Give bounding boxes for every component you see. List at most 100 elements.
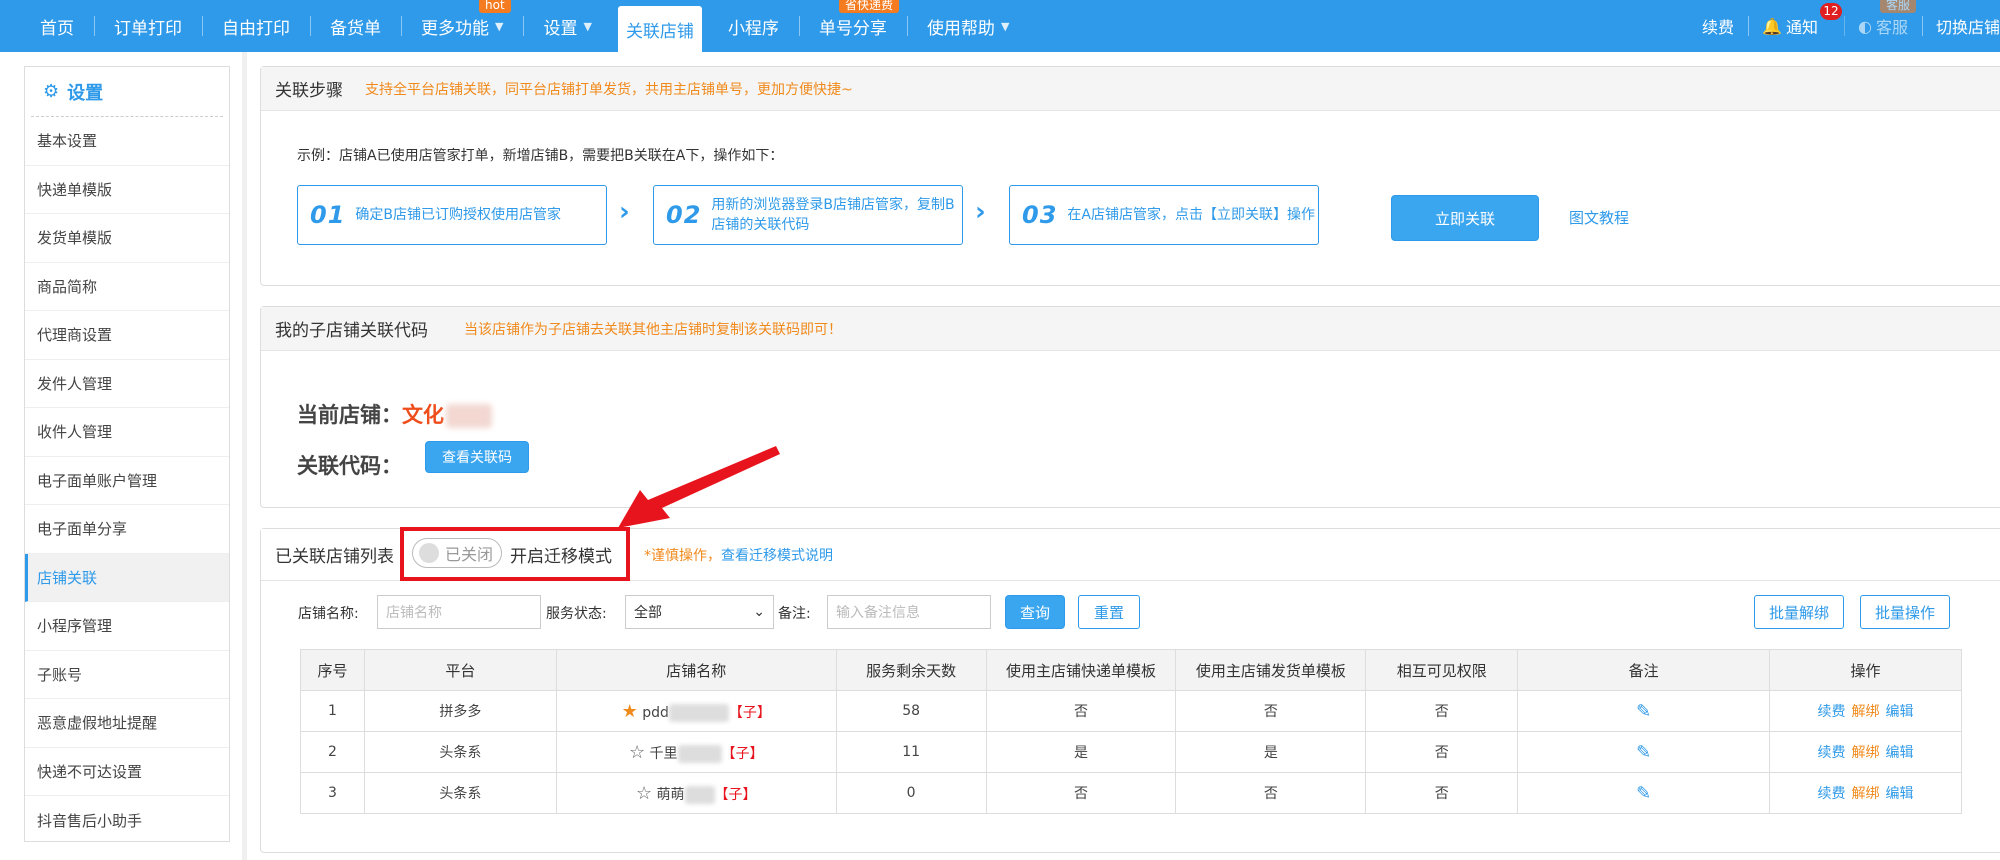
nav-stock-list[interactable]: 备货单 <box>310 0 401 52</box>
sidebar-item-eorder-account[interactable]: 电子面单账户管理 <box>25 457 229 505</box>
edit-note-icon[interactable]: ✎ <box>1636 783 1651 804</box>
batch-unbind-button[interactable]: 批量解绑 <box>1754 595 1844 629</box>
table-row: 1 拼多多 ★ pdd 【子】 58 否 否 否 ✎ 续费 解绑 编辑 <box>300 690 1962 732</box>
service-tag: 客服 <box>1880 0 1917 13</box>
sidebar-item-recipient[interactable]: 收件人管理 <box>25 408 229 457</box>
sidebar-item-fake-address[interactable]: 恶意虚假地址提醒 <box>25 699 229 748</box>
panel-title: 关联步骤 <box>275 81 343 101</box>
nav-more-features[interactable]: 更多功能 ▼ hot <box>401 0 523 52</box>
nav-home[interactable]: 首页 <box>0 0 94 52</box>
nav-renew[interactable]: 续费 <box>1688 0 1748 52</box>
service-status-select[interactable]: 全部 ⌄ <box>625 595 774 629</box>
sidebar-item-basic[interactable]: 基本设置 <box>25 117 229 166</box>
renew-link[interactable]: 续费 <box>1818 745 1846 761</box>
gear-icon: ⚙ <box>43 81 60 102</box>
nav-help[interactable]: 使用帮助 ▼ <box>906 0 1029 52</box>
cell-express-tpl: 否 <box>985 772 1177 814</box>
shop-name-label: 店铺名称: <box>298 606 359 622</box>
cell-shop-name: ☆ 萌萌 【子】 <box>555 772 837 814</box>
redacted-blur <box>677 744 722 763</box>
cell-index: 3 <box>300 772 365 814</box>
cell-actions: 续费 解绑 编辑 <box>1769 731 1962 773</box>
panel-header: 我的子店铺关联代码 当该店铺作为子店铺去关联其他主店铺时复制该关联码即可！ <box>261 307 2000 351</box>
cell-platform: 拼多多 <box>363 690 557 732</box>
col-remark: 备注 <box>1517 649 1771 691</box>
service-status-label: 服务状态: <box>546 606 607 622</box>
cell-visible: 否 <box>1365 772 1519 814</box>
cell-remark: ✎ <box>1517 772 1771 814</box>
bell-icon: 🔔 <box>1762 16 1782 36</box>
nav-free-print[interactable]: 自由打印 <box>202 0 310 52</box>
sidebar-item-subaccount[interactable]: 子账号 <box>25 651 229 699</box>
sidebar-title: ⚙ 设置 <box>31 67 223 117</box>
step-3: 03 在A店铺店管家，点击【立即关联】操作 <box>1009 185 1319 245</box>
renew-link[interactable]: 续费 <box>1818 786 1846 802</box>
highlight-box <box>400 527 630 581</box>
edit-note-icon[interactable]: ✎ <box>1636 742 1651 763</box>
nav-notify[interactable]: 🔔 通知 12 <box>1748 0 1844 52</box>
reset-button[interactable]: 重置 <box>1078 595 1140 629</box>
sidebar-item-agent[interactable]: 代理商设置 <box>25 311 229 360</box>
edit-link[interactable]: 编辑 <box>1886 786 1914 802</box>
cell-days: 58 <box>835 690 987 732</box>
col-days-left: 服务剩余天数 <box>835 649 987 691</box>
sidebar-item-shipping-template[interactable]: 发货单模版 <box>25 214 229 263</box>
col-visibility: 相互可见权限 <box>1365 649 1519 691</box>
panel-header: 关联步骤 支持全平台店铺关联，同平台店铺打单发货，共用主店铺单号，更加方便快捷~ <box>261 67 2000 111</box>
nav-mini-program[interactable]: 小程序 <box>708 0 799 52</box>
nav-tracking-share[interactable]: 单号分享 省快递费 <box>798 0 907 52</box>
renew-link[interactable]: 续费 <box>1818 704 1846 720</box>
query-button[interactable]: 查询 <box>1005 595 1065 629</box>
cell-index: 2 <box>300 731 365 773</box>
current-shop-label: 当前店铺： <box>297 403 402 427</box>
sidebar-item-shop-link[interactable]: 店铺关联 <box>25 553 229 602</box>
nav-service[interactable]: ◐ 客服 客服 <box>1844 0 1922 52</box>
col-index: 序号 <box>300 649 365 691</box>
unbind-link[interactable]: 解绑 <box>1852 786 1880 802</box>
cell-visible: 否 <box>1365 690 1519 732</box>
notify-count-badge: 12 <box>1820 3 1842 20</box>
migrate-help-link[interactable]: 查看迁移模式说明 <box>721 545 833 565</box>
nav-settings[interactable]: 设置 ▼ <box>523 0 611 52</box>
chevron-down-icon: ▼ <box>583 19 592 33</box>
unbind-link[interactable]: 解绑 <box>1852 704 1880 720</box>
star-outline-icon[interactable]: ☆ <box>636 783 652 804</box>
shop-name-input[interactable]: 店铺名称 <box>377 595 541 629</box>
remark-input[interactable]: 输入备注信息 <box>827 595 991 629</box>
edit-link[interactable]: 编辑 <box>1886 704 1914 720</box>
redacted-blur <box>668 703 729 722</box>
unbind-link[interactable]: 解绑 <box>1852 745 1880 761</box>
view-code-button[interactable]: 查看关联码 <box>425 441 529 473</box>
settings-sidebar: ⚙ 设置 基本设置 快递单模版 发货单模版 商品简称 代理商设置 发件人管理 收件… <box>24 66 230 842</box>
edit-note-icon[interactable]: ✎ <box>1636 701 1651 722</box>
link-steps-panel: 关联步骤 支持全平台店铺关联，同平台店铺打单发货，共用主店铺单号，更加方便快捷~… <box>260 66 2000 286</box>
link-code-row: 关联代码： <box>297 450 402 480</box>
remark-label: 备注: <box>778 606 811 622</box>
star-filled-icon[interactable]: ★ <box>622 701 638 722</box>
sidebar-item-miniprogram[interactable]: 小程序管理 <box>25 602 229 651</box>
sidebar-item-douyin-aftersale[interactable]: 抖音售后小助手 <box>25 796 229 845</box>
sidebar-item-express-template[interactable]: 快递单模版 <box>25 166 229 214</box>
child-tag: 【子】 <box>721 745 764 762</box>
nav-order-print[interactable]: 订单打印 <box>94 0 202 52</box>
batch-ops-button[interactable]: 批量操作 <box>1860 595 1950 629</box>
col-express-template: 使用主店铺快递单模板 <box>985 649 1177 691</box>
chevron-down-icon: ▼ <box>1000 19 1010 33</box>
nav-link-shop[interactable]: 关联店铺 <box>617 6 702 52</box>
sidebar-item-eorder-share[interactable]: 电子面单分享 <box>25 505 229 554</box>
cell-visible: 否 <box>1365 731 1519 773</box>
sidebar-item-unreachable[interactable]: 快递不可达设置 <box>25 748 229 796</box>
scroll-gutter <box>242 52 247 860</box>
cell-remark: ✎ <box>1517 731 1771 773</box>
sidebar-item-product-alias[interactable]: 商品简称 <box>25 263 229 311</box>
link-now-button[interactable]: 立即关联 <box>1391 195 1539 241</box>
cell-express-tpl: 否 <box>985 690 1177 732</box>
step-number: 01 <box>310 201 346 229</box>
star-outline-icon[interactable]: ☆ <box>629 742 645 763</box>
linked-shops-table: 序号 平台 店铺名称 服务剩余天数 使用主店铺快递单模板 使用主店铺发货单模板 … <box>300 649 1962 814</box>
sidebar-item-sender[interactable]: 发件人管理 <box>25 360 229 408</box>
step-number: 02 <box>666 201 702 229</box>
edit-link[interactable]: 编辑 <box>1886 745 1914 761</box>
nav-switch-shop[interactable]: 切换店铺 <box>1921 0 2000 52</box>
tutorial-link[interactable]: 图文教程 <box>1569 207 1629 228</box>
